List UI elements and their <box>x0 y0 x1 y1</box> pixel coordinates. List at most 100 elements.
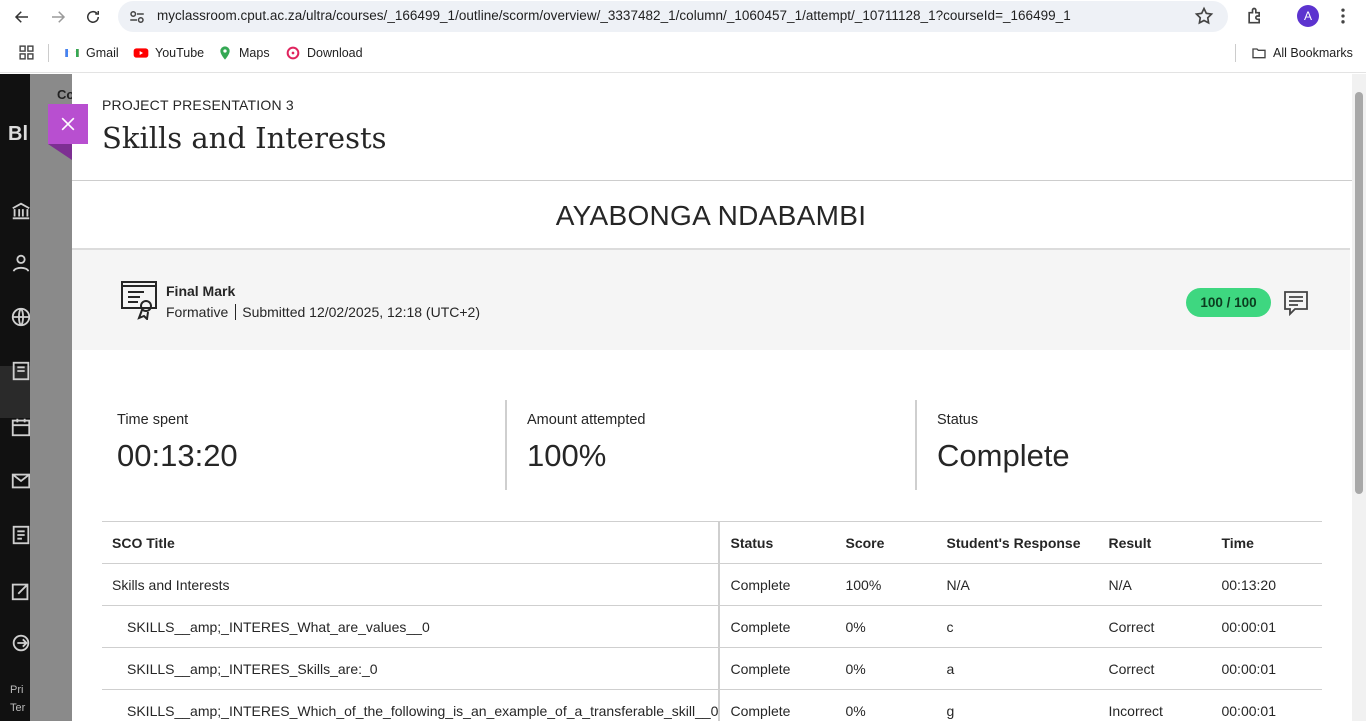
column-header-time: Time <box>1211 521 1322 564</box>
score-cell: 100% <box>835 563 937 606</box>
reload-icon[interactable] <box>80 4 106 30</box>
time-cell: 00:13:20 <box>1211 563 1322 606</box>
close-icon <box>61 117 75 131</box>
grade-pill[interactable]: 100 / 100 <box>1186 288 1271 317</box>
gmail-icon <box>64 45 80 61</box>
certificate-icon <box>120 280 158 322</box>
logo-fragment: Bl <box>8 123 28 145</box>
forward-arrow-icon[interactable] <box>45 4 71 30</box>
bookmarks-bar: Gmail YouTube Maps Download All Bookmark… <box>0 33 1366 73</box>
bookmark-star-icon[interactable] <box>1194 6 1214 26</box>
sco-table: SCO Title Status Score Student's Respons… <box>102 521 1322 721</box>
stat-status: Status Complete <box>937 400 1070 492</box>
status-cell: Complete <box>719 689 836 721</box>
sco-title-cell: SKILLS__amp;_INTERES_Which_of_the_follow… <box>102 689 721 721</box>
table-row: SKILLS__amp;_INTERES_Skills_are:_0 Compl… <box>102 647 1322 690</box>
student-name: AYABONGA NDABAMBI <box>555 200 867 231</box>
bookmark-label: Download <box>307 46 363 60</box>
sco-title-cell: SKILLS__amp;_INTERES_What_are_values__0 <box>102 605 721 648</box>
scrollbar-thumb[interactable] <box>1355 92 1363 494</box>
status-cell: Complete <box>719 647 836 690</box>
address-bar[interactable]: myclassroom.cput.ac.za/ultra/courses/_16… <box>118 1 1228 32</box>
result-cell: N/A <box>1098 563 1212 606</box>
panel-eyebrow: PROJECT PRESENTATION 3 <box>102 97 294 113</box>
stat-divider <box>915 400 917 490</box>
stat-divider <box>505 400 507 490</box>
privacy-link-fragment[interactable]: Pri <box>10 684 23 696</box>
column-header-sco-title: SCO Title <box>102 521 721 564</box>
table-row: SKILLS__amp;_INTERES_Which_of_the_follow… <box>102 689 1322 721</box>
close-tab-fold <box>48 144 72 160</box>
tools-icon[interactable] <box>10 580 32 602</box>
response-cell: c <box>936 605 1099 648</box>
all-bookmarks-label: All Bookmarks <box>1273 46 1353 60</box>
stat-label: Time spent <box>117 412 189 428</box>
extensions-icon[interactable] <box>1245 6 1265 26</box>
profile-icon[interactable] <box>10 252 32 274</box>
browser-menu-icon[interactable] <box>1333 6 1353 26</box>
result-cell: Incorrect <box>1098 689 1212 721</box>
sco-title-cell: SKILLS__amp;_INTERES_Skills_are:_0 <box>102 647 721 690</box>
close-panel-button[interactable] <box>48 104 88 144</box>
status-cell: Complete <box>719 563 836 606</box>
sco-title-cell: Skills and Interests <box>102 563 721 606</box>
result-cell: Correct <box>1098 605 1212 648</box>
grades-icon[interactable] <box>10 524 32 546</box>
attempt-details-panel: PROJECT PRESENTATION 3 Skills and Intere… <box>72 74 1352 721</box>
left-navigation-rail: Bl Pri Ter <box>0 74 32 721</box>
globe-icon[interactable] <box>10 306 32 328</box>
sco-table-container: SCO Title Status Score Student's Respons… <box>102 521 1322 721</box>
score-cell: 0% <box>835 605 937 648</box>
stat-time-spent: Time spent 00:13:20 <box>117 400 238 492</box>
terms-link-fragment[interactable]: Ter <box>10 702 25 714</box>
bookmarks-separator <box>1235 44 1236 62</box>
attempt-stats: Time spent 00:13:20 Amount attempted 100… <box>72 400 1350 492</box>
maps-icon <box>217 45 233 61</box>
bookmark-maps[interactable]: Maps <box>217 44 270 62</box>
page-title: Skills and Interests <box>102 121 387 155</box>
column-header-status: Status <box>719 521 836 564</box>
calendar-icon[interactable] <box>10 416 32 438</box>
all-bookmarks[interactable]: All Bookmarks <box>1251 44 1353 62</box>
mark-separator <box>235 304 237 320</box>
final-mark-label: Final Mark <box>166 283 236 299</box>
back-arrow-icon[interactable] <box>9 4 35 30</box>
download-icon <box>285 45 301 61</box>
folder-icon <box>1251 45 1267 61</box>
institution-icon[interactable] <box>10 200 32 222</box>
browser-toolbar: myclassroom.cput.ac.za/ultra/courses/_16… <box>0 0 1366 33</box>
feedback-icon[interactable] <box>1283 290 1309 317</box>
column-header-score: Score <box>835 521 937 564</box>
panel-scrollbar[interactable] <box>1352 74 1366 721</box>
bookmark-label: Maps <box>239 46 270 60</box>
stat-value: 00:13:20 <box>117 438 238 473</box>
response-cell: a <box>936 647 1099 690</box>
bookmarks-separator <box>48 44 49 62</box>
stat-value: 100% <box>527 438 607 473</box>
response-cell: g <box>936 689 1099 721</box>
bookmark-label: YouTube <box>155 46 205 60</box>
bookmark-youtube[interactable]: YouTube <box>133 44 204 62</box>
background-course-strip <box>30 74 72 721</box>
bookmark-download[interactable]: Download <box>285 44 363 62</box>
messages-icon[interactable] <box>10 470 32 492</box>
table-row: Skills and Interests Complete 100% N/A N… <box>102 563 1322 606</box>
stat-amount-attempted: Amount attempted 100% <box>527 400 646 492</box>
courses-icon[interactable] <box>10 360 32 382</box>
table-row: SKILLS__amp;_INTERES_What_are_values__0 … <box>102 605 1322 648</box>
time-cell: 00:00:01 <box>1211 647 1322 690</box>
column-header-result: Result <box>1098 521 1212 564</box>
bookmark-gmail[interactable]: Gmail <box>64 44 119 62</box>
sign-out-icon[interactable] <box>10 632 32 654</box>
result-cell: Correct <box>1098 647 1212 690</box>
score-cell: 0% <box>835 689 937 721</box>
profile-avatar[interactable]: A <box>1297 5 1319 27</box>
column-header-response: Student's Response <box>936 521 1099 564</box>
time-cell: 00:00:01 <box>1211 689 1322 721</box>
stat-label: Status <box>937 412 979 428</box>
stat-value: Complete <box>937 438 1070 473</box>
apps-grid-icon[interactable] <box>18 44 35 61</box>
time-cell: 00:00:01 <box>1211 605 1322 648</box>
site-info-icon[interactable] <box>128 8 146 26</box>
url-text[interactable]: myclassroom.cput.ac.za/ultra/courses/_16… <box>157 8 1071 23</box>
